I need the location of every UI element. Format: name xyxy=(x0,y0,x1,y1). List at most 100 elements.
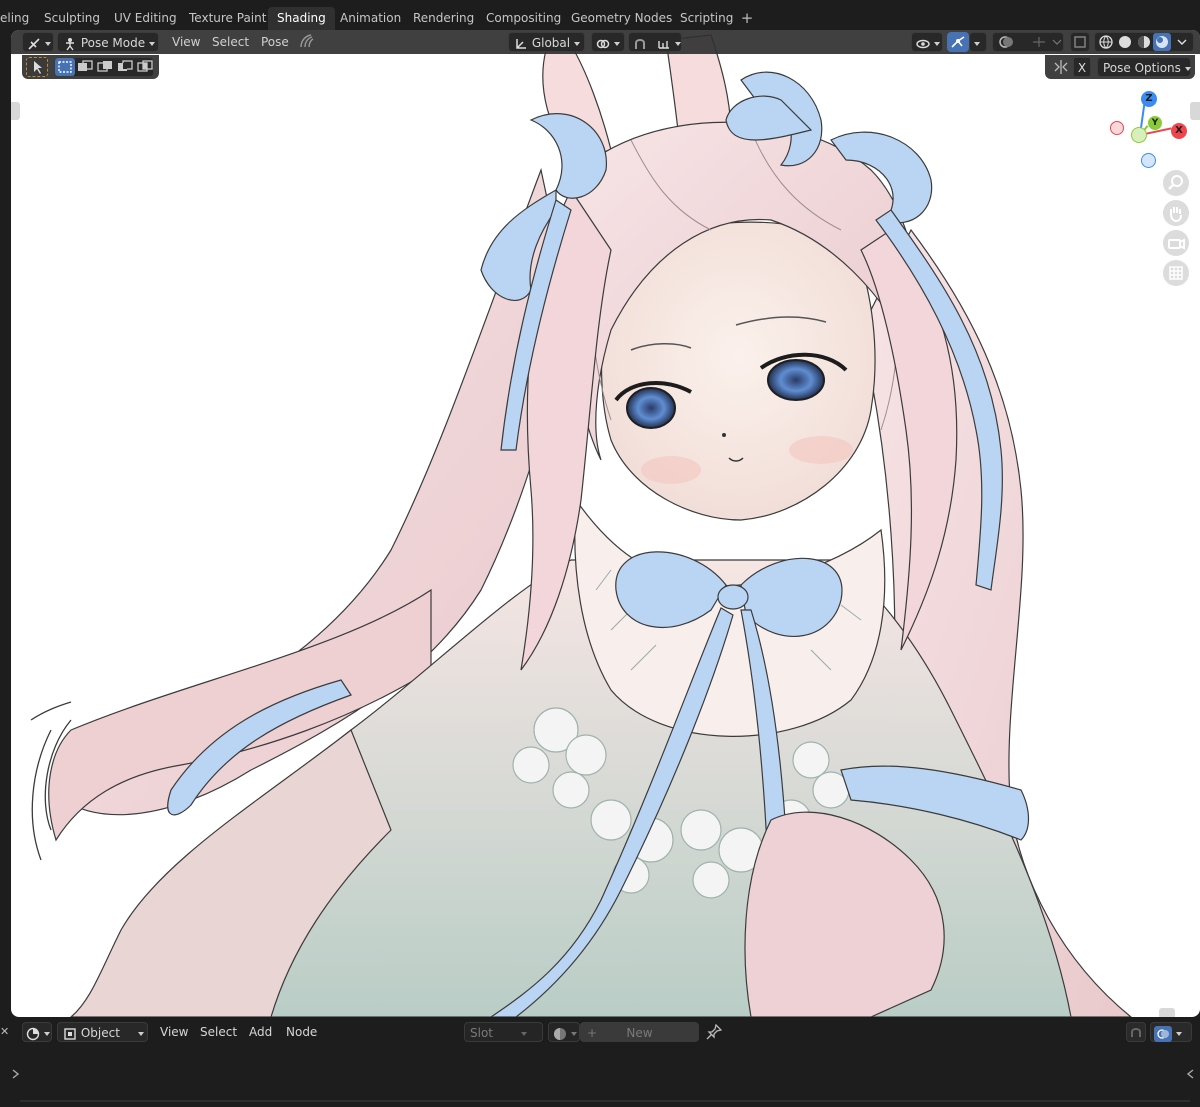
object-icon xyxy=(64,1027,76,1040)
tab-shading[interactable]: Shading xyxy=(268,7,335,30)
tab-sculpting[interactable]: Sculpting xyxy=(35,7,109,30)
right-blush xyxy=(789,436,853,464)
xray-toggle[interactable] xyxy=(1070,32,1090,52)
selection-mode-group xyxy=(54,57,154,77)
gizmo-dropdown[interactable] xyxy=(969,32,987,52)
slot-label: Slot xyxy=(470,1026,493,1040)
sidebar-region-toggle[interactable] xyxy=(1190,102,1200,120)
gizmo-y-axis[interactable]: Y xyxy=(1148,116,1162,130)
toolbar-region-toggle[interactable] xyxy=(11,102,20,120)
workspace-tab-bar: eling Sculpting UV Editing Texture Paint… xyxy=(0,0,1200,30)
right-eye xyxy=(767,359,825,401)
show-gizmo-toggle[interactable] xyxy=(947,32,969,52)
pin-icon[interactable] xyxy=(706,1024,722,1040)
mirror-x-toggle[interactable]: X xyxy=(1073,57,1091,77)
menu-view[interactable]: View xyxy=(172,32,200,52)
tab-rendering[interactable]: Rendering xyxy=(404,7,483,30)
grid-icon xyxy=(1169,266,1183,280)
node-menu-select[interactable]: Select xyxy=(200,1022,237,1042)
snap-icon xyxy=(635,38,645,49)
tab-texture-paint[interactable]: Texture Paint xyxy=(180,7,275,30)
pose-library-icon[interactable] xyxy=(297,33,315,49)
gizmo-z-axis[interactable]: Z xyxy=(1141,91,1157,107)
gizmo-neg-z[interactable] xyxy=(1141,153,1156,168)
expand-arrow-icon[interactable] xyxy=(11,1068,21,1080)
mirror-icon[interactable] xyxy=(1053,59,1069,75)
menu-select[interactable]: Select xyxy=(212,32,249,52)
snap-increment-icon xyxy=(658,40,669,49)
tab-uv-editing[interactable]: UV Editing xyxy=(105,7,186,30)
select-invert-icon[interactable] xyxy=(115,58,135,76)
node-overlays-toggle[interactable] xyxy=(1150,1022,1192,1042)
nose xyxy=(722,433,726,437)
bottom-scroll-strip xyxy=(20,1100,1190,1102)
hand-icon xyxy=(1170,207,1182,223)
overlays-icon xyxy=(999,36,1062,48)
pan-view-button[interactable] xyxy=(1163,200,1189,226)
tool-settings-left xyxy=(22,55,159,79)
navigation-gizmo[interactable]: X Y Z xyxy=(1107,90,1191,172)
left-area-edge xyxy=(0,30,9,1017)
camera-view-button[interactable] xyxy=(1163,230,1189,256)
viewport-shading-icon xyxy=(1099,33,1187,51)
area-close-corner[interactable]: ✕ xyxy=(0,1024,9,1040)
select-tool-button[interactable] xyxy=(26,57,48,77)
node-menu-add[interactable]: Add xyxy=(249,1022,272,1042)
select-subtract-icon[interactable] xyxy=(95,58,115,76)
node-menu-node[interactable]: Node xyxy=(286,1022,317,1042)
pivot-point-dropdown[interactable] xyxy=(591,32,625,52)
new-material-button[interactable]: + New xyxy=(580,1022,699,1042)
menu-pose[interactable]: Pose xyxy=(261,32,289,52)
object-label: Object xyxy=(80,1026,120,1040)
slot-dropdown[interactable]: Slot xyxy=(464,1022,543,1042)
select-intersect-icon[interactable] xyxy=(135,58,155,76)
selection-new-button[interactable] xyxy=(55,58,75,76)
tab-animation[interactable]: Animation xyxy=(331,7,410,30)
snap-controls[interactable] xyxy=(628,32,682,52)
snap-icon xyxy=(1131,1028,1141,1037)
editor-type-button[interactable] xyxy=(22,32,54,52)
magnifier-icon xyxy=(1168,175,1183,190)
tab-modeling[interactable]: eling xyxy=(0,7,38,30)
add-workspace-button[interactable]: + xyxy=(737,7,757,29)
tab-geometry-nodes[interactable]: Geometry Nodes xyxy=(562,7,681,30)
plus-icon: + xyxy=(587,1026,598,1040)
armature-editor-icon xyxy=(28,37,40,50)
gizmo-icon xyxy=(951,36,965,48)
eye-icon xyxy=(916,39,930,48)
left-blush xyxy=(641,456,701,484)
transform-orientation-dropdown[interactable]: Global xyxy=(508,32,585,52)
3d-viewport[interactable]: X Y Z xyxy=(11,30,1200,1017)
tab-scripting[interactable]: Scripting xyxy=(671,7,742,30)
viewport-shading-controls[interactable] xyxy=(1094,32,1194,52)
pose-options-dropdown[interactable]: Pose Options xyxy=(1097,57,1191,77)
material-browse-button[interactable] xyxy=(548,1022,580,1042)
overlays-toggle[interactable] xyxy=(992,32,1064,52)
new-label: New xyxy=(626,1026,653,1040)
transform-orientation-icon xyxy=(516,38,526,49)
shader-type-dropdown[interactable]: Object xyxy=(57,1022,148,1042)
node-menu-view[interactable]: View xyxy=(160,1022,188,1042)
gizmo-neg-x[interactable] xyxy=(1110,121,1124,135)
material-sphere-icon xyxy=(554,1027,566,1040)
orientation-label: Global xyxy=(531,36,571,50)
mode-selector[interactable]: Pose Mode xyxy=(57,32,159,52)
snap-toggle-nodes[interactable] xyxy=(1126,1022,1146,1042)
overlays-icon xyxy=(1154,1025,1172,1042)
gizmo-x-axis[interactable]: X xyxy=(1171,123,1187,139)
gizmo-neg-y[interactable] xyxy=(1131,127,1147,143)
mode-label: Pose Mode xyxy=(80,36,146,50)
tab-compositing[interactable]: Compositing xyxy=(477,7,570,30)
select-extend-icon[interactable] xyxy=(75,58,95,76)
cursor-arrow-icon xyxy=(34,61,42,74)
viewport-corner-handle[interactable] xyxy=(1159,1008,1175,1017)
ortho-toggle-button[interactable] xyxy=(1163,260,1189,286)
camera-icon xyxy=(1168,238,1185,250)
shader-editor-icon xyxy=(26,1027,40,1040)
node-editor-type-button[interactable] xyxy=(22,1022,52,1042)
pose-options-label: Pose Options xyxy=(1103,61,1181,75)
visibility-dropdown[interactable] xyxy=(911,32,943,52)
sidebar-arrow-icon[interactable] xyxy=(1186,1068,1196,1080)
zoom-view-button[interactable] xyxy=(1163,170,1189,196)
select-new-icon xyxy=(58,61,72,73)
